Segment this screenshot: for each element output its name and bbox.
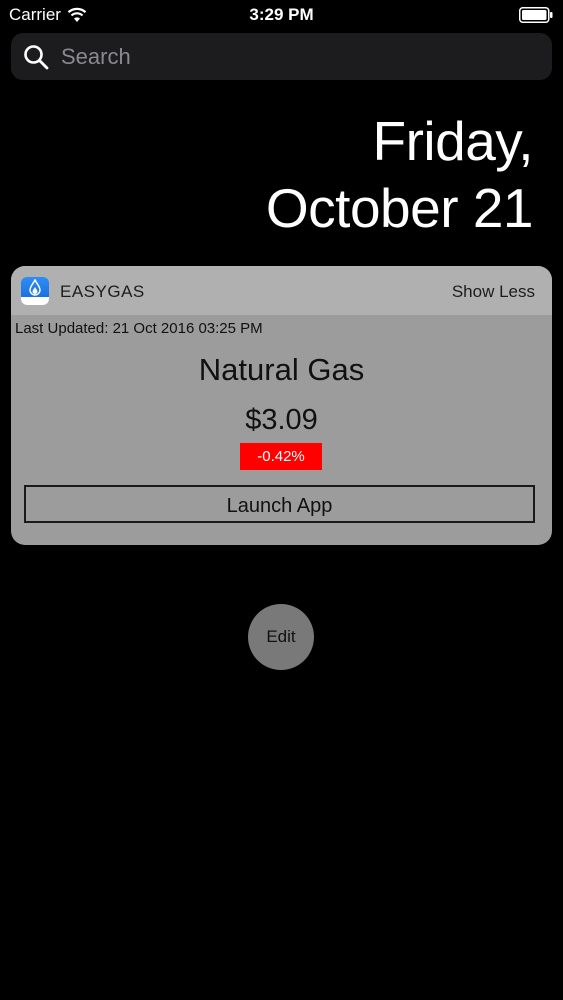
date-month-day: October 21 bbox=[265, 177, 534, 239]
commodity-price: $3.09 bbox=[245, 404, 318, 436]
status-bar: Carrier 3:29 PM bbox=[0, 0, 563, 30]
search-icon bbox=[24, 44, 49, 69]
launch-app-button[interactable]: Launch App bbox=[24, 485, 535, 523]
battery-icon bbox=[519, 7, 553, 23]
commodity-name: Natural Gas bbox=[198, 352, 365, 387]
show-less-button[interactable]: Show Less bbox=[452, 282, 535, 302]
price-change-badge: -0.42% bbox=[240, 443, 322, 470]
widget-app-name: EASYGAS bbox=[60, 282, 145, 301]
status-time: 3:29 PM bbox=[249, 5, 314, 24]
search-input[interactable] bbox=[59, 42, 523, 71]
search-bar[interactable] bbox=[11, 33, 552, 80]
date-weekday: Friday, bbox=[372, 110, 533, 172]
date-display: Friday, October 21 bbox=[265, 108, 534, 242]
widget-header: EASYGAS Show Less bbox=[11, 266, 552, 315]
edit-button[interactable]: Edit bbox=[248, 604, 314, 670]
last-updated-text: Last Updated: 21 Oct 2016 03:25 PM bbox=[15, 320, 263, 337]
easygas-widget: EASYGAS Show Less Last Updated: 21 Oct 2… bbox=[11, 266, 552, 545]
gas-price-app-icon bbox=[21, 277, 49, 305]
